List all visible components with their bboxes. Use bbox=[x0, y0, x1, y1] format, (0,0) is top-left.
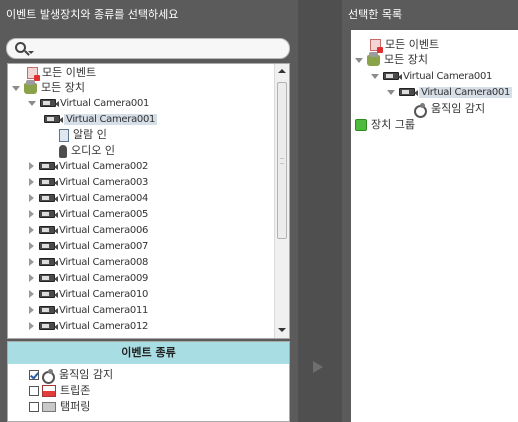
device-group-icon bbox=[355, 119, 367, 131]
tree-item-camera[interactable]: Virtual Camera009 bbox=[28, 272, 148, 286]
tree-item-camera[interactable]: Virtual Camera005 bbox=[28, 208, 148, 222]
expand-toggle-icon[interactable] bbox=[29, 306, 34, 314]
tree-item-all-events[interactable]: 모든 이벤트 bbox=[27, 66, 96, 81]
selected-label: Virtual Camera001 bbox=[419, 87, 513, 98]
expand-toggle-icon[interactable] bbox=[29, 274, 34, 282]
expand-toggle-icon[interactable] bbox=[29, 194, 34, 202]
expand-toggle-icon[interactable] bbox=[29, 290, 34, 298]
checkbox-tripzone[interactable] bbox=[29, 386, 39, 396]
selected-item-camera-child[interactable]: Virtual Camera001 bbox=[387, 86, 513, 100]
selected-item-device-group[interactable]: 장치 그룹 bbox=[355, 118, 415, 132]
selected-item-all-devices[interactable]: 모든 장치 bbox=[355, 51, 428, 67]
expand-toggle-icon[interactable] bbox=[29, 210, 34, 218]
camera-icon bbox=[39, 178, 58, 186]
transfer-strip bbox=[298, 0, 342, 422]
expand-toggle-icon[interactable] bbox=[28, 100, 36, 106]
event-list-icon bbox=[27, 67, 40, 81]
alarm-in-icon bbox=[59, 128, 69, 142]
event-list-icon bbox=[370, 39, 383, 53]
expand-toggle-icon[interactable] bbox=[29, 242, 34, 250]
tree-scrollbar[interactable] bbox=[274, 64, 289, 338]
expand-toggle-icon[interactable] bbox=[371, 73, 379, 79]
scrollbar-thumb[interactable] bbox=[277, 82, 287, 239]
tree-item-camera[interactable]: Virtual Camera006 bbox=[28, 224, 148, 238]
camera-icon bbox=[39, 322, 58, 330]
selected-tree: 모든 이벤트 모든 장치 Virtual Camera001 Virtual C… bbox=[351, 30, 518, 422]
expand-toggle-icon[interactable] bbox=[29, 226, 34, 234]
camera-icon bbox=[39, 242, 58, 250]
checkbox-tampering[interactable] bbox=[29, 402, 39, 412]
event-type-motion[interactable]: 움직임 감지 bbox=[29, 368, 113, 384]
tree-item-camera[interactable]: Virtual Camera010 bbox=[28, 288, 148, 302]
microphone-icon bbox=[59, 144, 67, 158]
expand-toggle-icon[interactable] bbox=[29, 162, 34, 170]
add-to-selection-arrow-icon[interactable] bbox=[313, 361, 323, 373]
tree-item-camera-child[interactable]: Virtual Camera001 bbox=[44, 113, 158, 127]
tree-item-camera[interactable]: Virtual Camera003 bbox=[28, 176, 148, 190]
device-tree: 모든 이벤트 모든 장치 Virtual Camera001 Virtual C… bbox=[7, 63, 290, 339]
tree-item-camera[interactable]: Virtual Camera008 bbox=[28, 256, 148, 270]
scroll-up-arrow-icon[interactable] bbox=[275, 64, 289, 79]
camera-icon bbox=[40, 99, 59, 107]
selected-label: Virtual Camera001 bbox=[64, 114, 158, 125]
expand-toggle-icon[interactable] bbox=[355, 57, 363, 63]
camera-icon bbox=[39, 162, 58, 170]
search-icon[interactable] bbox=[15, 42, 26, 53]
camera-icon bbox=[44, 115, 63, 123]
tripzone-icon bbox=[42, 385, 56, 397]
search-box[interactable] bbox=[6, 38, 290, 59]
event-source-panel: 이벤트 발생장치와 종류를 선택하세요 모든 이벤트 모든 장치 Virtual… bbox=[0, 0, 298, 422]
tree-item-camera[interactable]: Virtual Camera002 bbox=[28, 160, 148, 174]
camera-icon bbox=[39, 194, 58, 202]
search-options-chevron-icon[interactable] bbox=[28, 51, 34, 54]
camera-icon bbox=[39, 258, 58, 266]
event-type-tampering[interactable]: 탬퍼링 bbox=[29, 400, 90, 414]
event-selection-dialog: 이벤트 발생장치와 종류를 선택하세요 모든 이벤트 모든 장치 Virtual… bbox=[0, 0, 518, 422]
camera-icon bbox=[39, 306, 58, 314]
expand-toggle-icon[interactable] bbox=[387, 89, 395, 95]
event-types-panel: 이벤트 종류 움직임 감지 트립존 탬퍼링 bbox=[7, 341, 290, 422]
selected-item-all-events[interactable]: 모든 이벤트 bbox=[370, 38, 439, 53]
camera-icon bbox=[39, 290, 58, 298]
motion-detect-icon bbox=[414, 103, 427, 118]
expand-toggle-icon[interactable] bbox=[29, 258, 34, 266]
panel-title-left: 이벤트 발생장치와 종류를 선택하세요 bbox=[0, 0, 298, 30]
selected-item-camera-parent[interactable]: Virtual Camera001 bbox=[371, 70, 492, 84]
tree-item-all-devices[interactable]: 모든 장치 bbox=[12, 79, 85, 95]
camera-icon bbox=[39, 210, 58, 218]
search-input[interactable] bbox=[37, 41, 277, 56]
camera-icon bbox=[39, 226, 58, 234]
camera-icon bbox=[383, 72, 402, 80]
tree-item-audio-in[interactable]: 오디오 인 bbox=[59, 144, 115, 158]
camera-icon bbox=[39, 274, 58, 282]
tree-item-camera[interactable]: Virtual Camera007 bbox=[28, 240, 148, 254]
tampering-icon bbox=[42, 402, 56, 412]
panel-title-right: 선택한 목록 bbox=[342, 0, 518, 30]
expand-toggle-icon[interactable] bbox=[12, 85, 20, 91]
camera-icon bbox=[399, 88, 418, 96]
expand-toggle-icon[interactable] bbox=[29, 178, 34, 186]
devices-icon bbox=[24, 79, 37, 94]
tree-item-camera[interactable]: Virtual Camera011 bbox=[28, 304, 148, 318]
expand-toggle-icon[interactable] bbox=[29, 322, 34, 330]
tree-item-camera-parent[interactable]: Virtual Camera001 bbox=[28, 97, 149, 111]
event-type-tripzone[interactable]: 트립존 bbox=[29, 384, 90, 398]
checkbox-motion[interactable] bbox=[29, 370, 39, 380]
tree-item-camera[interactable]: Virtual Camera012 bbox=[28, 320, 148, 334]
tree-item-alarm-in[interactable]: 알람 인 bbox=[59, 128, 107, 142]
devices-icon bbox=[367, 51, 380, 66]
tree-item-camera[interactable]: Virtual Camera004 bbox=[28, 192, 148, 206]
event-types-header: 이벤트 종류 bbox=[8, 342, 289, 364]
selected-item-motion[interactable]: 움직임 감지 bbox=[414, 102, 485, 118]
scroll-down-arrow-icon[interactable] bbox=[275, 323, 289, 338]
motion-detect-icon bbox=[42, 369, 55, 384]
